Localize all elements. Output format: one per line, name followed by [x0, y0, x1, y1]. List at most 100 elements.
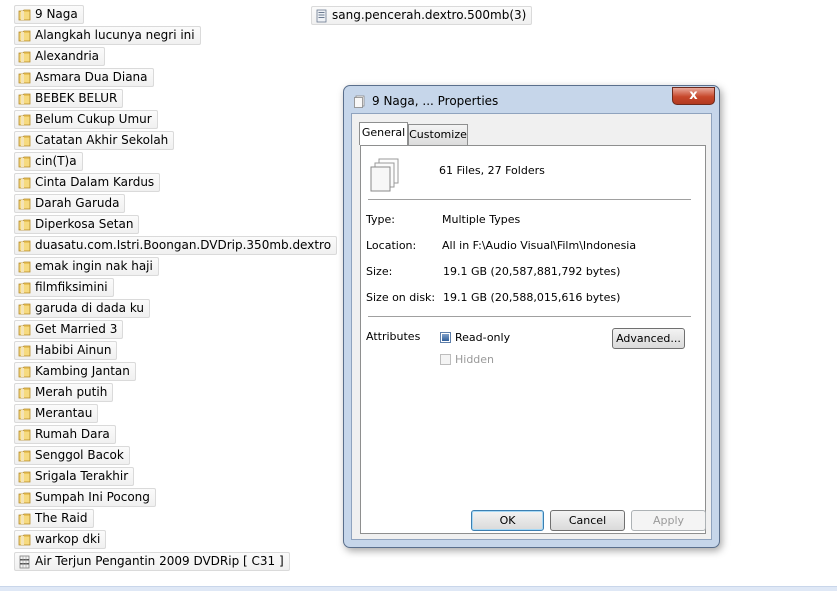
desktop-folder[interactable]: Diperkosa Setan	[14, 215, 140, 234]
folder-icon	[18, 239, 31, 252]
separator	[368, 199, 691, 200]
folder-icon	[18, 512, 31, 525]
desktop-archive-file[interactable]: Air Terjun Pengantin 2009 DVDRip [ C31 ]	[14, 552, 290, 571]
folder-icon	[18, 197, 31, 210]
desktop-folder[interactable]: Merah putih	[14, 383, 114, 402]
folder-icon	[18, 491, 31, 504]
desktop-folder[interactable]: Belum Cukup Umur	[14, 110, 158, 129]
desktop-folder[interactable]: Rumah Dara	[14, 425, 116, 444]
dialog-client-area: General Customize 61 Files, 27 Folders T…	[351, 113, 712, 540]
desktop-folder[interactable]: Alangkah lucunya negri ini	[14, 26, 201, 45]
desktop-folder[interactable]: Asmara Dua Diana	[14, 68, 154, 87]
close-button[interactable]: x	[672, 87, 715, 105]
folder-icon	[18, 260, 31, 273]
desktop-folder[interactable]: 9 Naga	[14, 5, 84, 24]
ok-button[interactable]: OK	[471, 510, 544, 531]
desktop-folder[interactable]: warkop dki	[14, 530, 107, 549]
desktop-folder-label: BEBEK BELUR	[35, 91, 118, 105]
apply-button[interactable]: Apply	[631, 510, 706, 531]
desktop-folder-label: Habibi Ainun	[35, 343, 112, 357]
desktop-folder[interactable]: emak ingin nak haji	[14, 257, 159, 276]
folder-properties-icon	[353, 95, 366, 111]
folder-icon	[18, 281, 31, 294]
folder-icon	[18, 8, 31, 21]
size-label: Size:	[366, 265, 393, 278]
size-value: 19.1 GB (20,587,881,792 bytes)	[443, 265, 621, 278]
tab-general-label: General	[361, 126, 406, 139]
desktop-folder[interactable]: Catatan Akhir Sekolah	[14, 131, 175, 150]
folder-icon	[18, 113, 31, 126]
desktop-folder-label: filmfiksimini	[35, 280, 108, 294]
read-only-checkbox[interactable]	[440, 332, 451, 343]
desktop-folder[interactable]: Get Married 3	[14, 320, 124, 339]
desktop-folder[interactable]: filmfiksimini	[14, 278, 114, 297]
folder-icon	[18, 470, 31, 483]
hidden-label[interactable]: Hidden	[455, 353, 494, 366]
window-bottom-edge	[0, 586, 837, 591]
desktop-folder-label: cin(T)a	[35, 154, 77, 168]
close-icon: x	[689, 88, 698, 103]
desktop-folder-label: The Raid	[35, 511, 88, 525]
desktop-folder[interactable]: Darah Garuda	[14, 194, 126, 213]
desktop-folder-label: Alexandria	[35, 49, 100, 63]
folder-icon	[18, 323, 31, 336]
advanced-button[interactable]: Advanced...	[612, 328, 685, 349]
folder-icon	[18, 533, 31, 546]
desktop-folder-label: Belum Cukup Umur	[35, 112, 152, 126]
folder-icon	[18, 344, 31, 357]
desktop-folder-label: emak ingin nak haji	[35, 259, 153, 273]
desktop-folder[interactable]: The Raid	[14, 509, 94, 528]
tab-customize[interactable]: Customize	[408, 124, 468, 145]
folder-icon	[18, 428, 31, 441]
cancel-button-label: Cancel	[568, 514, 607, 527]
desktop-folder-label: Kambing Jantan	[35, 364, 130, 378]
desktop-top-file[interactable]: sang.pencerah.dextro.500mb(3)	[311, 6, 533, 25]
desktop-folder[interactable]: garuda di dada ku	[14, 299, 151, 318]
location-label: Location:	[366, 239, 417, 252]
tab-general[interactable]: General	[359, 122, 408, 145]
desktop-folder[interactable]: Senggol Bacok	[14, 446, 130, 465]
apply-button-label: Apply	[652, 514, 685, 527]
location-value: All in F:\Audio Visual\Film\Indonesia	[442, 239, 637, 252]
desktop-folder-label: Darah Garuda	[35, 196, 120, 210]
desktop-folder-label: Get Married 3	[35, 322, 118, 336]
desktop-folder-label: Asmara Dua Diana	[35, 70, 148, 84]
desktop-folder[interactable]: Merantau	[14, 404, 99, 423]
dialog-titlebar[interactable]: 9 Naga, ... Properties x	[344, 86, 719, 114]
desktop-folder[interactable]: cin(T)a	[14, 152, 83, 171]
folder-icon	[18, 449, 31, 462]
ok-button-label: OK	[499, 514, 516, 527]
desktop-folder-label: Diperkosa Setan	[35, 217, 134, 231]
archive-file-icon	[18, 555, 31, 569]
multiple-files-icon	[369, 157, 403, 196]
desktop-folder[interactable]: Cinta Dalam Kardus	[14, 173, 161, 192]
desktop-folder[interactable]: Habibi Ainun	[14, 341, 118, 360]
folder-icon	[18, 155, 31, 168]
desktop-folder-label: Sumpah Ini Pocong	[35, 490, 150, 504]
desktop-folder[interactable]: duasatu.com.Istri.Boongan.DVDrip.350mb.d…	[14, 236, 338, 255]
desktop-folder[interactable]: Alexandria	[14, 47, 106, 66]
desktop-folder-label: Rumah Dara	[35, 427, 110, 441]
folder-icon	[18, 386, 31, 399]
type-label: Type:	[366, 213, 395, 226]
desktop-folder-label: Merah putih	[35, 385, 108, 399]
contents-summary: 61 Files, 27 Folders	[439, 164, 545, 177]
folder-icon	[18, 29, 31, 42]
folder-icon	[18, 176, 31, 189]
desktop-folder[interactable]: Kambing Jantan	[14, 362, 136, 381]
desktop-folder[interactable]: Srigala Terakhir	[14, 467, 135, 486]
desktop-folder-label: garuda di dada ku	[35, 301, 145, 315]
hidden-checkbox[interactable]	[440, 354, 451, 365]
cancel-button[interactable]: Cancel	[550, 510, 625, 531]
desktop-folder-label: Alangkah lucunya negri ini	[35, 28, 195, 42]
read-only-label[interactable]: Read-only	[455, 331, 510, 344]
folder-icon	[18, 302, 31, 315]
desktop-folder[interactable]: BEBEK BELUR	[14, 89, 124, 108]
desktop-folder-label: 9 Naga	[35, 7, 78, 21]
type-value: Multiple Types	[442, 213, 521, 226]
desktop-folder[interactable]: Sumpah Ini Pocong	[14, 488, 156, 507]
desktop-folder-label: Srigala Terakhir	[35, 469, 129, 483]
tab-customize-label: Customize	[409, 128, 467, 141]
file-icon	[315, 9, 328, 23]
desktop-archive-file-label: Air Terjun Pengantin 2009 DVDRip [ C31 ]	[35, 554, 284, 568]
